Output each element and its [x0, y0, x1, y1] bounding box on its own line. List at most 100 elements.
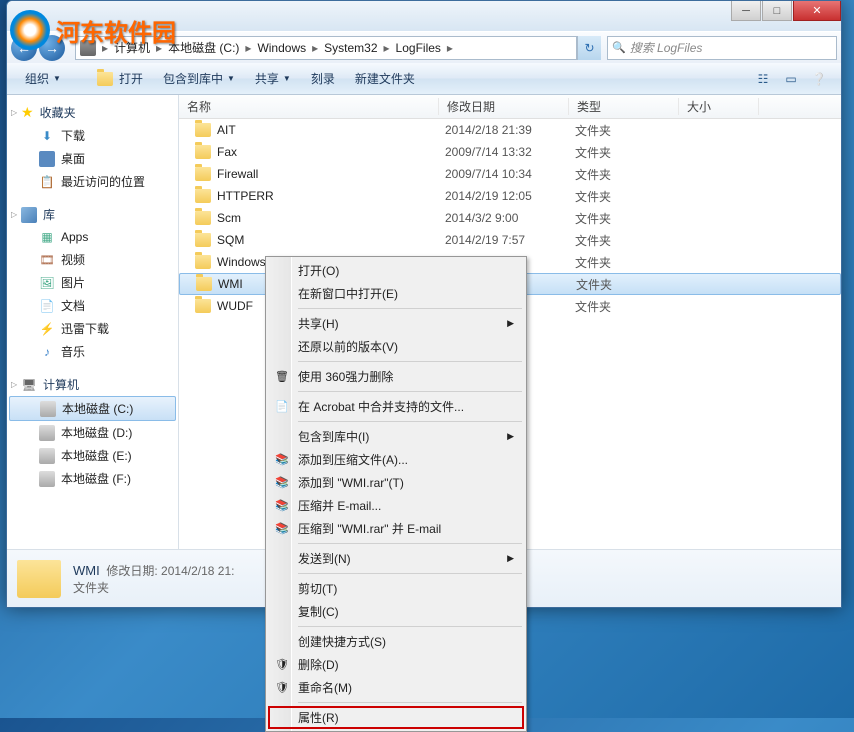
include-library-button[interactable]: 包含到库中▼ — [153, 67, 245, 90]
share-button[interactable]: 共享▼ — [245, 67, 301, 90]
column-type[interactable]: 类型 — [569, 98, 679, 115]
menu-separator — [298, 421, 522, 422]
file-name: AIT — [217, 123, 445, 137]
sidebar-item-videos[interactable]: 🎞视频 — [7, 248, 178, 271]
search-input[interactable]: 搜索 LogFiles — [607, 36, 837, 60]
menu-item-icon: 🛡 — [274, 657, 290, 673]
favorites-header[interactable]: ★收藏夹 — [7, 101, 178, 124]
sidebar-item-downloads[interactable]: ⬇下载 — [7, 124, 178, 147]
sidebar-item-pictures[interactable]: 🖼图片 — [7, 271, 178, 294]
organize-button[interactable]: 组织▼ — [15, 67, 71, 90]
file-type: 文件夹 — [575, 144, 685, 161]
open-button[interactable]: 打开 — [71, 67, 153, 90]
folder-icon — [195, 145, 211, 159]
star-icon: ★ — [21, 104, 34, 121]
view-mode-button[interactable]: ☷ — [752, 68, 774, 90]
menu-item[interactable]: 📚 压缩并 E-mail... — [268, 494, 524, 517]
new-folder-button[interactable]: 新建文件夹 — [345, 67, 425, 90]
computer-icon: 🖥 — [21, 377, 37, 393]
minimize-button[interactable]: ─ — [731, 1, 761, 21]
file-row[interactable]: AIT2014/2/18 21:39文件夹 — [179, 119, 841, 141]
chevron-right-icon[interactable]: ▸ — [310, 41, 320, 55]
menu-item-icon: 🗑 — [274, 369, 290, 385]
folder-icon — [17, 560, 61, 598]
file-date: 2014/2/19 12:05 — [445, 189, 575, 203]
sidebar-item-desktop[interactable]: 桌面 — [7, 147, 178, 170]
menu-item-label: 压缩并 E-mail... — [298, 497, 381, 514]
submenu-arrow-icon: ▶ — [507, 318, 514, 329]
menu-separator — [298, 361, 522, 362]
menu-item-label: 剪切(T) — [298, 580, 337, 597]
bc-system32[interactable]: System32 — [320, 41, 381, 55]
menu-item[interactable]: 创建快捷方式(S) — [268, 630, 524, 653]
menu-item[interactable]: 📚添加到压缩文件(A)... — [268, 448, 524, 471]
column-size[interactable]: 大小 — [679, 98, 759, 115]
sidebar-item-documents[interactable]: 📄文档 — [7, 294, 178, 317]
sidebar-item-drive-e[interactable]: 本地磁盘 (E:) — [7, 444, 178, 467]
file-date: 2014/2/18 21:39 — [445, 123, 575, 137]
sidebar-item-thunder[interactable]: ⚡迅雷下载 — [7, 317, 178, 340]
desktop-icon — [39, 151, 55, 167]
close-button[interactable]: ✕ — [793, 1, 841, 21]
sidebar-item-music[interactable]: ♪音乐 — [7, 340, 178, 363]
details-type: 文件夹 — [73, 579, 234, 596]
recent-icon: 📋 — [39, 174, 55, 190]
column-name[interactable]: 名称 — [179, 98, 439, 115]
menu-item[interactable]: 🛡 删除(D) — [268, 653, 524, 676]
toolbar: 组织▼ 打开 包含到库中▼ 共享▼ 刻录 新建文件夹 ☷ ▭ ❔ — [7, 63, 841, 95]
menu-item[interactable]: 📄在 Acrobat 中合并支持的文件... — [268, 395, 524, 418]
file-type: 文件夹 — [575, 166, 685, 183]
sidebar-item-drive-c[interactable]: 本地磁盘 (C:) — [9, 396, 176, 421]
preview-pane-button[interactable]: ▭ — [780, 68, 802, 90]
menu-item-icon: 📚 — [274, 521, 290, 537]
sidebar-item-drive-d[interactable]: 本地磁盘 (D:) — [7, 421, 178, 444]
file-date: 2014/3/2 9:00 — [445, 211, 575, 225]
chevron-right-icon[interactable]: ▸ — [445, 41, 455, 55]
bc-logfiles[interactable]: LogFiles — [392, 41, 445, 55]
file-type: 文件夹 — [575, 210, 685, 227]
menu-item[interactable]: 打开(O) — [268, 259, 524, 282]
file-type: 文件夹 — [575, 188, 685, 205]
chevron-down-icon: ▼ — [227, 74, 235, 83]
menu-item[interactable]: 包含到库中(I)▶ — [268, 425, 524, 448]
menu-item[interactable]: 共享(H)▶ — [268, 312, 524, 335]
menu-item-label: 删除(D) — [298, 656, 339, 673]
menu-item-icon: 📚 — [274, 498, 290, 514]
file-row[interactable]: Fax2009/7/14 13:32文件夹 — [179, 141, 841, 163]
libraries-header[interactable]: 库 — [7, 203, 178, 226]
details-meta: 修改日期: 2014/2/18 21: — [106, 564, 234, 578]
file-row[interactable]: Scm2014/3/2 9:00文件夹 — [179, 207, 841, 229]
sidebar-item-recent[interactable]: 📋最近访问的位置 — [7, 170, 178, 193]
file-row[interactable]: HTTPERR2014/2/19 12:05文件夹 — [179, 185, 841, 207]
menu-item[interactable]: 发送到(N)▶ — [268, 547, 524, 570]
chevron-right-icon[interactable]: ▸ — [382, 41, 392, 55]
menu-item[interactable]: 在新窗口中打开(E) — [268, 282, 524, 305]
menu-item-label: 在新窗口中打开(E) — [298, 285, 398, 302]
burn-button[interactable]: 刻录 — [301, 67, 345, 90]
menu-item[interactable]: 复制(C) — [268, 600, 524, 623]
sidebar-item-apps[interactable]: ▦Apps — [7, 226, 178, 248]
chevron-right-icon[interactable]: ▸ — [243, 41, 253, 55]
refresh-button[interactable]: ↻ — [577, 36, 601, 60]
menu-item[interactable]: 📚添加到 "WMI.rar"(T) — [268, 471, 524, 494]
file-row[interactable]: SQM2014/2/19 7:57文件夹 — [179, 229, 841, 251]
menu-separator — [298, 308, 522, 309]
menu-item-label: 压缩到 "WMI.rar" 并 E-mail — [298, 520, 441, 537]
watermark-logo — [10, 10, 50, 50]
sidebar-item-drive-f[interactable]: 本地磁盘 (F:) — [7, 467, 178, 490]
bc-windows[interactable]: Windows — [253, 41, 310, 55]
menu-separator — [298, 702, 522, 703]
file-date: 2009/7/14 13:32 — [445, 145, 575, 159]
column-date[interactable]: 修改日期 — [439, 98, 569, 115]
computer-header[interactable]: 🖥计算机 — [7, 373, 178, 396]
menu-item-label: 打开(O) — [298, 262, 339, 279]
menu-item[interactable]: 🛡重命名(M) — [268, 676, 524, 699]
maximize-button[interactable]: □ — [762, 1, 792, 21]
menu-item[interactable]: 剪切(T) — [268, 577, 524, 600]
menu-item[interactable]: 🗑使用 360强力删除 — [268, 365, 524, 388]
file-row[interactable]: Firewall2009/7/14 10:34文件夹 — [179, 163, 841, 185]
help-button[interactable]: ❔ — [808, 68, 830, 90]
file-name: Scm — [217, 211, 445, 225]
menu-item[interactable]: 📚 压缩到 "WMI.rar" 并 E-mail — [268, 517, 524, 540]
menu-item[interactable]: 还原以前的版本(V) — [268, 335, 524, 358]
